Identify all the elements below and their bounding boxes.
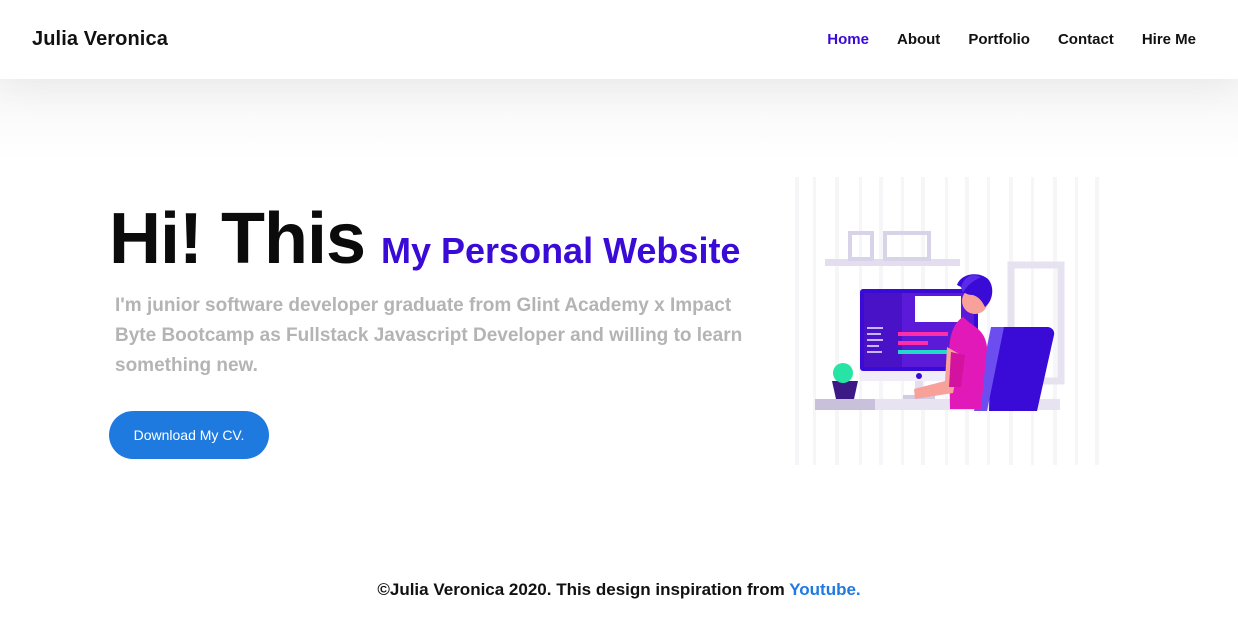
nav-link-contact[interactable]: Contact [1058, 31, 1114, 48]
nav-links: Home About Portfolio Contact Hire Me [799, 31, 1196, 48]
brand-logo[interactable]: Julia Veronica [32, 28, 168, 51]
hero-headline: Hi! This My Personal Website [109, 198, 740, 280]
hero-section: Hi! This My Personal Website I'm junior … [0, 79, 1238, 537]
download-cv-button[interactable]: Download My CV. [109, 411, 269, 459]
footer: ©Julia Veronica 2020. This design inspir… [0, 537, 1238, 632]
nav-link-hire-me[interactable]: Hire Me [1142, 31, 1196, 48]
nav-link-home[interactable]: Home [827, 31, 869, 48]
hero-greeting: Hi! This [109, 199, 366, 279]
hero-subtitle: My Personal Website [381, 230, 741, 271]
nav-link-about[interactable]: About [897, 31, 940, 48]
nav-link-portfolio[interactable]: Portfolio [968, 31, 1030, 48]
navbar: Julia Veronica Home About Portfolio Cont… [0, 0, 1238, 79]
developer-at-desk-illustration [795, 177, 1099, 465]
footer-text: ©Julia Veronica 2020. This design inspir… [377, 580, 790, 599]
developer-illustration [775, 177, 1105, 465]
youtube-link[interactable]: Youtube. [789, 580, 860, 599]
hero-description: I'm junior software developer graduate f… [115, 295, 743, 376]
footer-copyright: ©Julia Veronica 2020. This design inspir… [0, 580, 1238, 600]
